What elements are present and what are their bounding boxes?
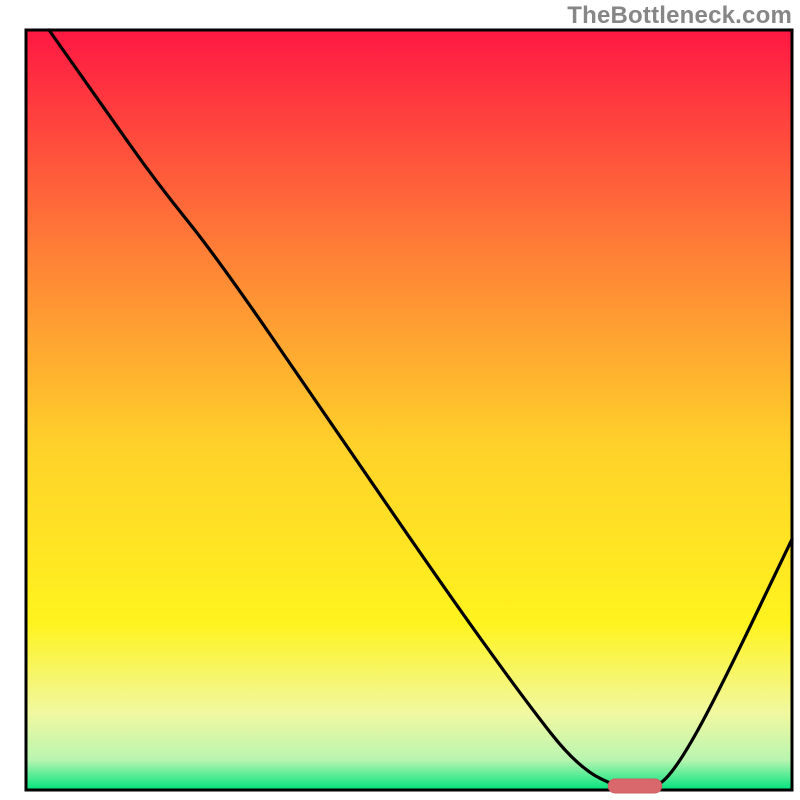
optimum-marker xyxy=(608,779,662,793)
watermark-text: TheBottleneck.com xyxy=(567,2,792,30)
chart-container: TheBottleneck.com xyxy=(0,0,800,800)
bottleneck-chart xyxy=(0,0,800,800)
plot-area xyxy=(26,30,792,793)
gradient-background xyxy=(26,30,792,790)
